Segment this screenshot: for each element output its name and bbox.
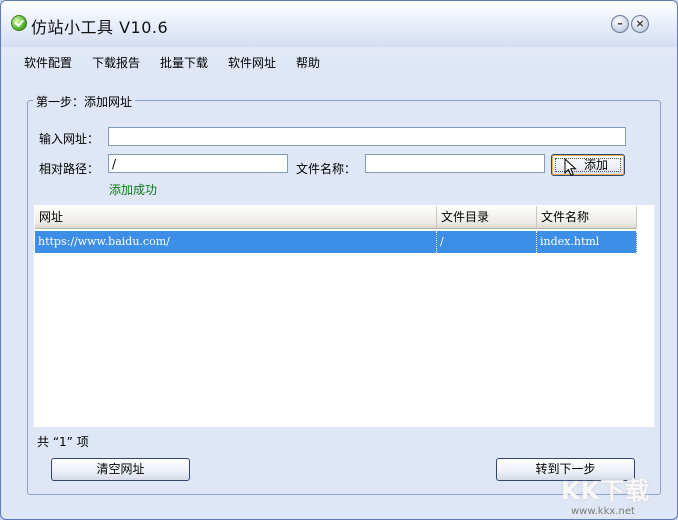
table-row[interactable]: https://www.baidu.com/ / index.html xyxy=(35,231,637,253)
relative-path-input[interactable] xyxy=(108,154,288,173)
add-button[interactable]: 添加 xyxy=(551,154,625,176)
menu-batch-download[interactable]: 批量下载 xyxy=(160,54,208,71)
clear-urls-button[interactable]: 清空网址 xyxy=(51,458,190,481)
status-message: 添加成功 xyxy=(109,183,158,197)
app-icon xyxy=(11,15,27,31)
column-header-filename[interactable]: 文件名称 xyxy=(537,206,637,228)
close-button[interactable]: × xyxy=(631,15,649,33)
watermark-url: www.kkx.net xyxy=(571,506,635,517)
window-title: 仿站小工具 V10.6 xyxy=(31,18,169,37)
app-window: 仿站小工具 V10.6 – × 软件配置 下载报告 批量下载 软件网址 帮助 第… xyxy=(0,0,678,520)
mouse-cursor-icon xyxy=(564,157,577,177)
item-count: 共 “1” 项 xyxy=(37,435,89,449)
path-label: 相对路径： xyxy=(39,162,100,176)
title-bar[interactable]: 仿站小工具 V10.6 – × xyxy=(1,1,677,47)
minimize-button[interactable]: – xyxy=(611,15,629,33)
url-table: 网址 文件目录 文件名称 https://www.baidu.com/ / in… xyxy=(34,205,654,427)
url-label: 输入网址： xyxy=(39,132,100,146)
add-button-label: 添加 xyxy=(583,158,608,172)
menu-software-config[interactable]: 软件配置 xyxy=(24,54,72,71)
menu-help[interactable]: 帮助 xyxy=(296,54,320,71)
menu-download-report[interactable]: 下载报告 xyxy=(92,54,140,71)
url-input[interactable] xyxy=(108,127,626,146)
menu-software-site[interactable]: 软件网址 xyxy=(228,54,276,71)
filename-input[interactable] xyxy=(365,154,545,173)
cell-filename: index.html xyxy=(537,231,637,253)
watermark-logo: KK下载 xyxy=(561,477,651,505)
cell-url: https://www.baidu.com/ xyxy=(35,231,437,253)
filename-label: 文件名称： xyxy=(296,162,357,176)
table-header: 网址 文件目录 文件名称 xyxy=(35,206,637,229)
menu-bar: 软件配置 下载报告 批量下载 软件网址 帮助 xyxy=(1,49,677,73)
column-header-url[interactable]: 网址 xyxy=(35,206,437,228)
column-header-directory[interactable]: 文件目录 xyxy=(437,206,537,228)
step-one-legend: 第一步：添加网址 xyxy=(33,93,136,110)
cell-directory: / xyxy=(437,231,537,253)
